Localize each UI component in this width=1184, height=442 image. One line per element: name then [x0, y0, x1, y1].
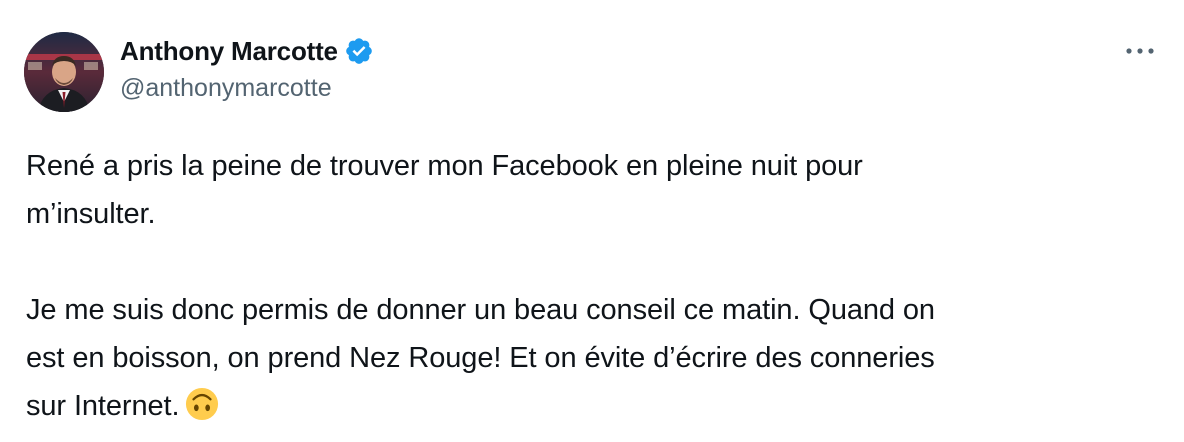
tweet-text-line: René a pris la peine de trouver mon Face… [26, 150, 863, 182]
tweet-text: René a pris la peine de trouver mon Face… [26, 142, 1146, 430]
more-options-button[interactable] [1122, 40, 1158, 62]
avatar-image [24, 32, 104, 112]
tweet-card: Anthony Marcotte @anthonymarcotte René a… [0, 0, 1184, 442]
more-horizontal-icon [1126, 48, 1154, 54]
tweet-text-line: sur Internet. [26, 390, 180, 422]
tweet-text-line: m’insulter. [26, 198, 156, 230]
user-info: Anthony Marcotte @anthonymarcotte [120, 34, 374, 103]
author-handle[interactable]: @anthonymarcotte [120, 74, 374, 103]
verified-badge-icon [344, 36, 374, 66]
author-display-name[interactable]: Anthony Marcotte [120, 36, 338, 67]
tweet-text-last-line: sur Internet. [26, 382, 1146, 430]
avatar[interactable] [24, 32, 104, 112]
tweet-text-line: est en boisson, on prend Nez Rouge! Et o… [26, 342, 935, 374]
upside-down-face-icon [185, 387, 219, 421]
tweet-text-line: Je me suis donc permis de donner un beau… [26, 294, 935, 326]
name-row: Anthony Marcotte [120, 34, 374, 68]
